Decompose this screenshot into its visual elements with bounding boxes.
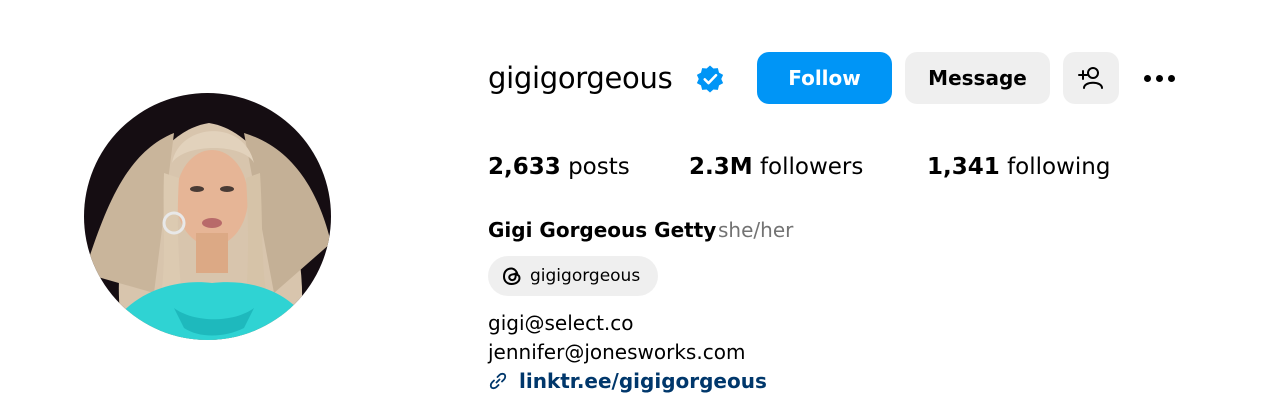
profile-full-name: Gigi Gorgeous Getty — [488, 218, 717, 242]
followers-label: followers — [759, 154, 864, 180]
profile-username: gigigorgeous — [488, 61, 673, 95]
suggested-accounts-button[interactable] — [1063, 52, 1119, 104]
bio-line: gigi@select.co — [488, 311, 634, 335]
followers-count: 2.3M — [689, 154, 753, 180]
message-button[interactable]: Message — [905, 52, 1050, 104]
following-count: 1,341 — [927, 154, 1000, 180]
link-icon — [489, 372, 507, 390]
posts-label: posts — [568, 154, 630, 180]
following-label: following — [1007, 154, 1111, 180]
threads-icon — [502, 267, 521, 286]
stat-followers[interactable]: 2.3M followers — [689, 152, 863, 182]
more-options-icon[interactable] — [1138, 62, 1180, 94]
posts-count: 2,633 — [488, 154, 561, 180]
profile-link[interactable]: linktr.ee/gigigorgeous — [488, 367, 767, 395]
avatar-image — [84, 93, 331, 340]
profile-pronouns: she/her — [718, 218, 794, 242]
bio-line: jennifer@jonesworks.com — [488, 340, 746, 364]
stat-posts[interactable]: 2,633 posts — [488, 152, 630, 182]
profile-avatar[interactable] — [84, 93, 331, 340]
person-add-icon — [1078, 67, 1103, 89]
stat-following[interactable]: 1,341 following — [927, 152, 1110, 182]
profile-link-text[interactable]: linktr.ee/gigigorgeous — [519, 369, 767, 393]
verified-badge-icon — [696, 65, 724, 93]
follow-button[interactable]: Follow — [757, 52, 892, 104]
threads-badge[interactable]: gigigorgeous — [488, 256, 658, 296]
threads-handle: gigigorgeous — [530, 266, 641, 286]
